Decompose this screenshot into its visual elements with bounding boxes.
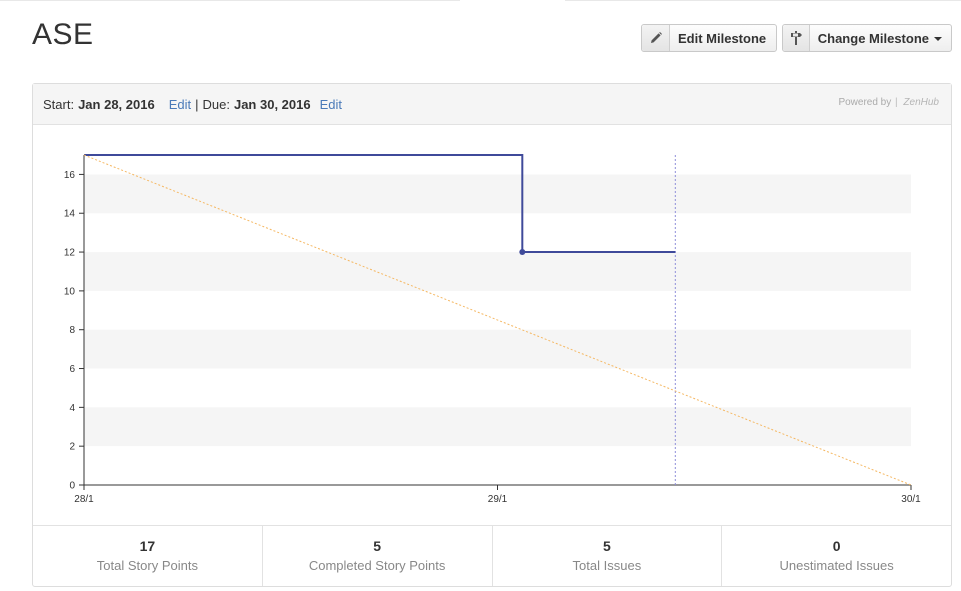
y-tick-label: 16	[64, 170, 76, 181]
x-tick-label: 30/1	[901, 494, 921, 505]
change-milestone-text: Change Milestone	[817, 30, 929, 46]
grid-band	[84, 252, 911, 291]
x-tick-label: 29/1	[488, 494, 508, 505]
milestone-title: ASE	[32, 18, 94, 51]
stat-label: Total Story Points	[96, 558, 198, 573]
due-label: Due:	[202, 96, 230, 112]
caret-down-icon	[934, 36, 942, 41]
panel-header: Start: Jan 28, 2016 Edit | Due: Jan 30, …	[33, 84, 951, 125]
start-label: Start:	[43, 96, 75, 112]
y-tick-label: 6	[69, 364, 75, 375]
y-tick-label: 0	[69, 481, 75, 492]
stat-total-issues: 5 Total Issues	[493, 526, 723, 586]
edit-due-link[interactable]: Edit	[320, 97, 342, 112]
stat-value: 5	[602, 538, 611, 554]
edit-start-link[interactable]: Edit	[169, 97, 191, 112]
powered-by: Powered by | ZenHub	[838, 97, 939, 108]
zenhub-logo: ZenHub	[903, 97, 939, 108]
start-date: Jan 28, 2016	[78, 96, 155, 112]
pencil-icon	[642, 25, 670, 51]
stat-label: Total Issues	[572, 558, 642, 573]
data-point	[519, 249, 526, 256]
x-tick-label: 28/1	[74, 494, 94, 505]
due-date: Jan 30, 2016	[233, 96, 311, 112]
stat-value: 5	[373, 538, 382, 554]
stat-label: Completed Story Points	[308, 558, 446, 573]
grid-band	[84, 174, 911, 214]
stat-unestimated-issues: 0 Unestimated Issues	[722, 526, 951, 586]
edit-milestone-label: Edit Milestone	[678, 30, 767, 46]
y-tick-label: 14	[64, 209, 76, 220]
edit-milestone-button[interactable]: Edit Milestone	[641, 24, 777, 52]
y-tick-label: 8	[69, 325, 75, 336]
grid-band	[84, 407, 911, 447]
y-tick-label: 2	[69, 442, 75, 453]
stat-label: Unestimated Issues	[779, 558, 894, 573]
burndown-chart: 0 2 4 6 8 10 12 14 16 28/1 29/1 30/1	[64, 154, 921, 505]
signpost-icon	[783, 25, 810, 51]
change-milestone-button[interactable]: Change Milestone	[782, 24, 952, 52]
top-border-gap	[460, 0, 565, 1]
change-milestone-label: Change Milestone	[810, 25, 951, 51]
stats-bar: 17 Total Story Points 5 Completed Story …	[33, 525, 951, 586]
stat-value: 0	[832, 538, 841, 554]
y-tick-label: 10	[64, 286, 76, 297]
date-separator: |	[195, 96, 199, 112]
stat-completed-story-points: 5 Completed Story Points	[263, 526, 493, 586]
stat-value: 17	[139, 538, 156, 554]
grid-band	[84, 329, 911, 369]
y-tick-label: 12	[64, 248, 76, 259]
stat-total-story-points: 17 Total Story Points	[33, 526, 263, 586]
y-tick-label: 4	[69, 403, 75, 414]
powered-by-text: Powered by	[838, 97, 892, 108]
